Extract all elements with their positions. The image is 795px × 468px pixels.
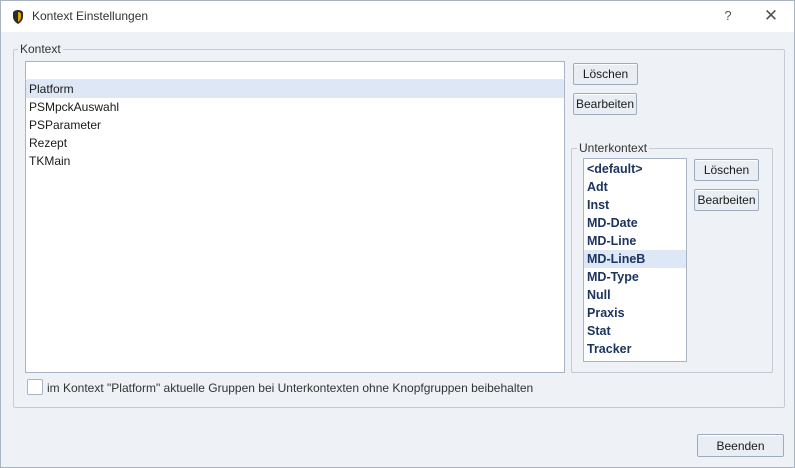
subcontext-list-item[interactable]: Null xyxy=(584,286,686,304)
context-filter-input[interactable] xyxy=(25,61,565,80)
context-delete-button[interactable]: Löschen xyxy=(573,63,638,85)
window-title: Kontext Einstellungen xyxy=(32,9,149,23)
keep-groups-checkbox[interactable] xyxy=(27,379,43,395)
subcontext-group-label: Unterkontext xyxy=(577,141,650,155)
subcontext-list-item[interactable]: Praxis xyxy=(584,304,686,322)
context-list-item[interactable]: TKMain xyxy=(26,152,564,170)
subcontext-list-item[interactable]: <default> xyxy=(584,160,686,178)
subcontext-list[interactable]: <default> Adt Inst MD-Date MD-Line MD-LineB MD… xyxy=(583,158,687,362)
dialog-window: Kontext Einstellungen ? ✕ Kontext Platfo… xyxy=(0,0,795,468)
subcontext-edit-button[interactable]: Bearbeiten xyxy=(694,189,759,211)
subcontext-list-item[interactable]: Inst xyxy=(584,196,686,214)
keep-groups-label: im Kontext "Platform" aktuelle Gruppen b… xyxy=(47,381,534,395)
subcontext-list-item[interactable]: Stat xyxy=(584,322,686,340)
context-list-item[interactable]: PSMpckAuswahl xyxy=(26,98,564,116)
app-shield-icon xyxy=(13,10,23,24)
context-group-label: Kontext xyxy=(18,42,63,56)
subcontext-list-item[interactable]: Adt xyxy=(584,178,686,196)
context-list[interactable]: Platform PSMpckAuswahl PSParameter Rezept TK… xyxy=(25,79,565,373)
context-list-item[interactable]: Platform xyxy=(26,80,564,98)
subcontext-list-item[interactable]: MD-LineB xyxy=(584,250,686,268)
title-bar: Kontext Einstellungen ? ✕ xyxy=(1,1,794,32)
context-list-item[interactable]: PSParameter xyxy=(26,116,564,134)
context-edit-button[interactable]: Bearbeiten xyxy=(573,93,637,115)
subcontext-list-item[interactable]: MD-Date xyxy=(584,214,686,232)
context-list-item[interactable]: Rezept xyxy=(26,134,564,152)
finish-button[interactable]: Beenden xyxy=(697,434,784,457)
subcontext-delete-button[interactable]: Löschen xyxy=(694,159,759,181)
subcontext-list-item[interactable]: Tracker xyxy=(584,340,686,358)
help-button[interactable]: ? xyxy=(717,3,739,29)
subcontext-list-item[interactable]: MD-Type xyxy=(584,268,686,286)
close-button[interactable]: ✕ xyxy=(757,3,785,29)
subcontext-list-item[interactable]: MD-Line xyxy=(584,232,686,250)
